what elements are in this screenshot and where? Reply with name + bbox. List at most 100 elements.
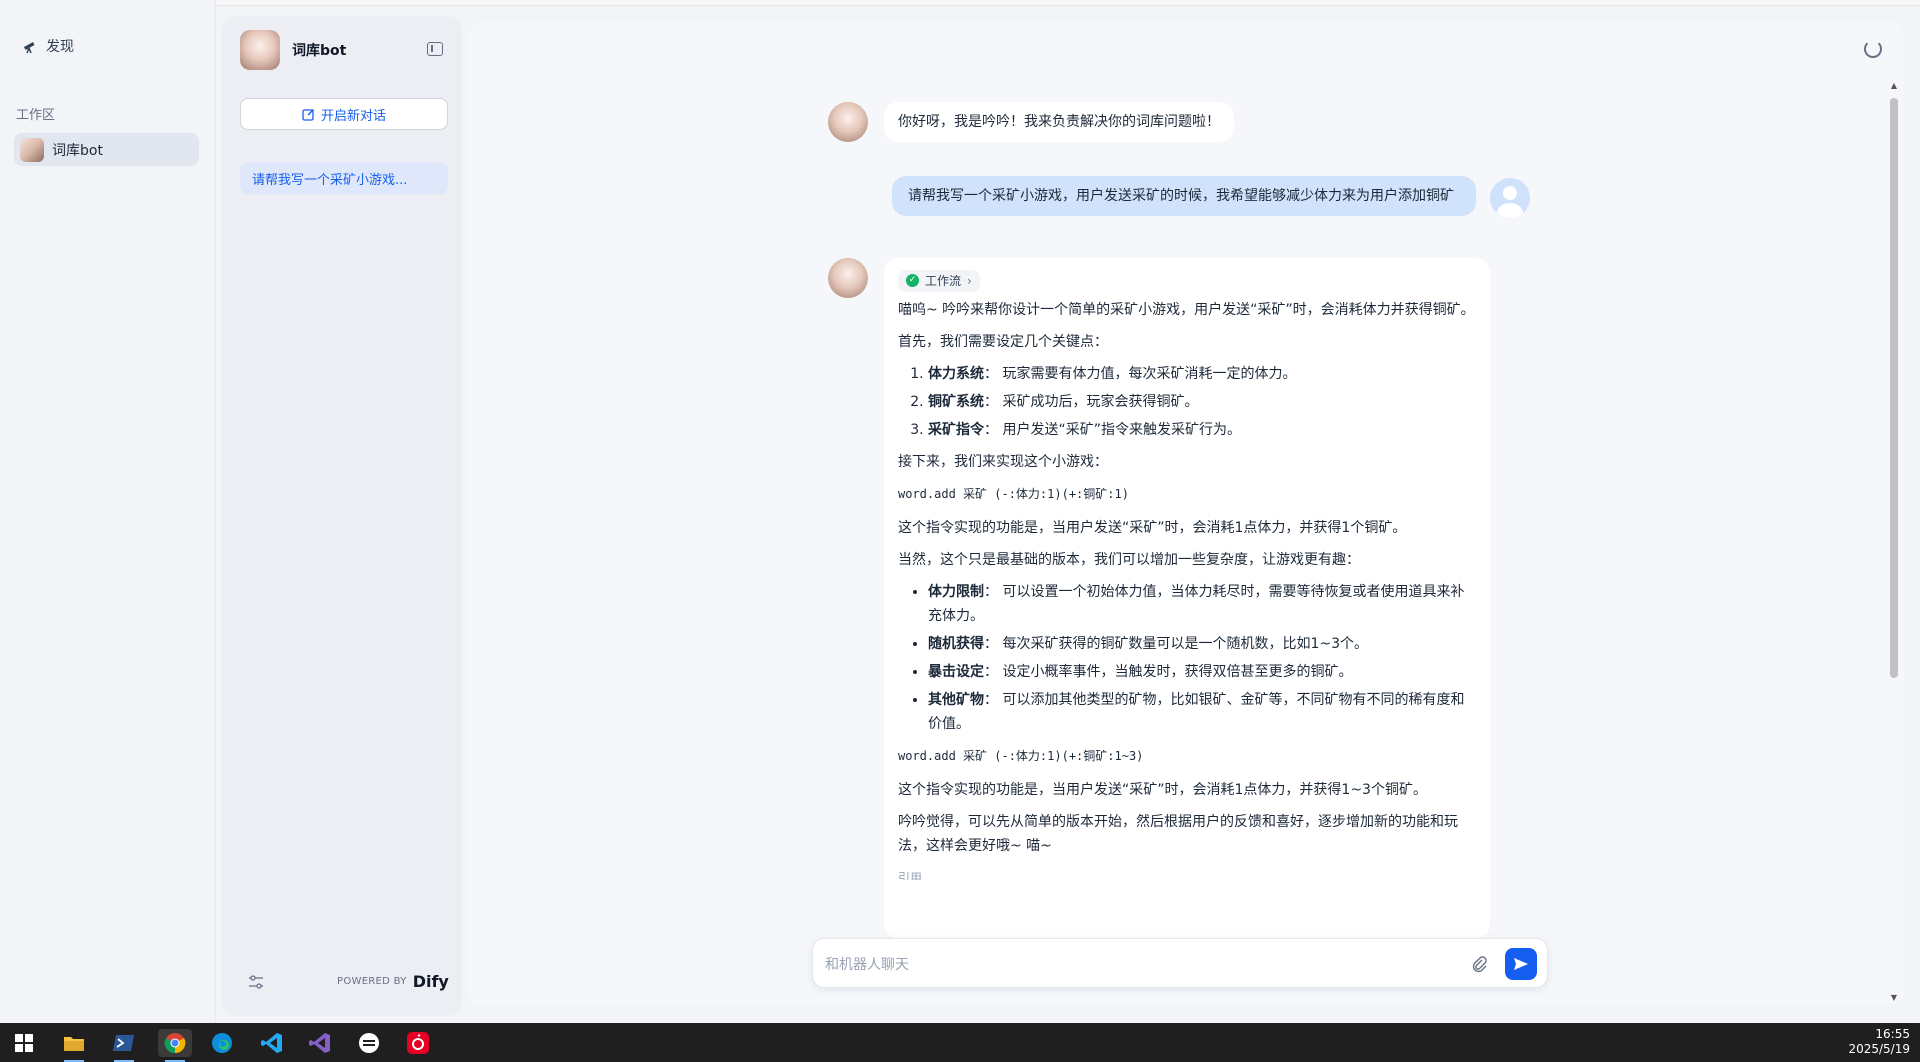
user-message: 请帮我写一个采矿小游戏，用户发送采矿的时候，我希望能够减少体力来为用户添加铜矿 xyxy=(892,176,1476,216)
workflow-tag-label: 工作流 xyxy=(925,273,962,288)
list-item-text: ： 设定小概率事件，当触发时，获得双倍甚至更多的铜矿。 xyxy=(984,663,1353,680)
edge-icon[interactable] xyxy=(208,1029,236,1057)
clock-date: 2025/5/19 xyxy=(1848,1042,1910,1056)
workflow-tag[interactable]: ✓ 工作流 › xyxy=(898,269,980,292)
workspace-label: 工作区 xyxy=(16,108,56,123)
list-item-text: ： 玩家需要有体力值，每次采矿消耗一定的体力。 xyxy=(984,365,1297,382)
app-avatar xyxy=(240,30,280,70)
list-item-title: 体力系统 xyxy=(928,365,984,382)
list-item: 体力限制： 可以设置一个初始体力值，当体力耗尽时，需要等待恢复或者使用道具来补充… xyxy=(928,580,1476,628)
refresh-icon[interactable] xyxy=(1864,40,1882,58)
settings-sliders-icon[interactable] xyxy=(248,974,264,990)
answer-p1: 首先，我们需要设定几个关键点： xyxy=(898,333,1108,350)
visual-studio-logo-icon xyxy=(309,1033,330,1053)
app-circle-icon[interactable] xyxy=(355,1029,383,1057)
chrome-icon[interactable] xyxy=(158,1029,192,1062)
sidebar-header: 词库bot xyxy=(240,30,346,70)
app-avatar xyxy=(20,137,44,162)
list-item-title: 体力限制 xyxy=(928,583,984,600)
chrome-logo-icon xyxy=(164,1033,186,1054)
nav-discover-label: 发现 xyxy=(46,39,74,55)
list-item: 体力系统： 玩家需要有体力值，每次采矿消耗一定的体力。 xyxy=(928,362,1476,386)
list-item: 铜矿系统： 采矿成功后，玩家会获得铜矿。 xyxy=(928,390,1476,414)
system-clock[interactable]: 16:55 2025/5/19 xyxy=(1848,1027,1910,1057)
chat-input-bar xyxy=(812,938,1548,988)
answer-intro: 喵呜~ 吟吟来帮你设计一个简单的采矿小游戏，用户发送“采矿”时，会消耗体力并获得… xyxy=(898,301,1475,318)
new-chat-button[interactable]: 开启新对话 xyxy=(240,98,448,130)
code-line-2: word.add 采矿 (-:体力:1)(+:铜矿:1~3) xyxy=(898,748,1144,763)
global-nav: 发现 工作区 词库bot xyxy=(0,0,216,1023)
clock-time: 16:55 xyxy=(1875,1027,1910,1041)
list-item-text: ： 每次采矿获得的铜矿数量可以是一个随机数，比如1~3个。 xyxy=(984,635,1368,652)
workspace-item-ciku-bot[interactable]: 词库bot xyxy=(14,133,199,166)
scroll-thumb[interactable] xyxy=(1890,98,1898,678)
powered-by-label: POWERED BY xyxy=(337,976,407,987)
list-item-text: ： 可以设置一个初始体力值，当体力耗尽时，需要等待恢复或者使用道具来补充体力。 xyxy=(928,583,1465,624)
list-item: 采矿指令： 用户发送“采矿”指令来触发采矿行为。 xyxy=(928,418,1476,442)
new-chat-label: 开启新对话 xyxy=(320,108,386,124)
answer-p3: 这个指令实现的功能是，当用户发送“采矿”时，会消耗1点体力，并获得1个铜矿。 xyxy=(898,519,1407,536)
collapse-sidebar-icon[interactable] xyxy=(427,42,443,56)
list-item: 暴击设定： 设定小概率事件，当触发时，获得双倍甚至更多的铜矿。 xyxy=(928,660,1476,684)
edge-logo-icon xyxy=(212,1033,232,1053)
edit-icon xyxy=(302,108,314,121)
windows-start-icon[interactable] xyxy=(10,1029,38,1057)
chevron-right-icon: › xyxy=(967,273,972,288)
list-item-title: 采矿指令 xyxy=(928,421,984,438)
vscode-logo-icon xyxy=(261,1033,282,1053)
powershell-icon xyxy=(113,1035,134,1051)
conversation-item[interactable]: 请帮我写一个采矿小游戏... xyxy=(240,162,448,194)
nav-discover[interactable]: 发现 xyxy=(22,36,74,56)
answer-p5: 这个指令实现的功能是，当用户发送“采矿”时，会消耗1点体力，并获得1~3个铜矿。 xyxy=(898,781,1427,798)
answer-bullet-list: 体力限制： 可以设置一个初始体力值，当体力耗尽时，需要等待恢复或者使用道具来补充… xyxy=(928,580,1476,736)
greeting-text: 你好呀，我是吟吟！我来负责解决你的词库问题啦！ xyxy=(898,114,1220,130)
scroll-up-icon[interactable]: ▲ xyxy=(1890,82,1898,90)
vscode-icon[interactable] xyxy=(258,1029,286,1057)
answer-p4: 当然，这个只是最基础的版本，我们可以增加一些复杂度，让游戏更有趣： xyxy=(898,551,1360,568)
send-icon xyxy=(1514,958,1528,970)
user-avatar xyxy=(1490,178,1530,218)
bot-answer-message: ✓ 工作流 › 喵呜~ 吟吟来帮你设计一个简单的采矿小游戏，用户发送“采矿”时，… xyxy=(884,258,1490,938)
file-explorer-icon[interactable] xyxy=(60,1029,88,1062)
send-button[interactable] xyxy=(1505,948,1537,980)
chat-input[interactable] xyxy=(825,951,1425,977)
terminal-icon[interactable] xyxy=(110,1029,138,1062)
powered-by: POWERED BY Dify xyxy=(337,972,449,991)
chat-panel: ▲ ▼ 你好呀，我是吟吟！我来负责解决你的词库问题啦！ 请帮我写一个采矿小游戏，… xyxy=(468,22,1904,1006)
bot-avatar xyxy=(828,102,868,142)
citation-label: 引用 xyxy=(898,870,923,880)
user-message-text: 请帮我写一个采矿小游戏，用户发送采矿的时候，我希望能够减少体力来为用户添加铜矿 xyxy=(908,188,1454,204)
windows-logo-icon xyxy=(15,1034,33,1052)
netease-music-logo-icon xyxy=(407,1032,429,1054)
list-item-title: 暴击设定 xyxy=(928,663,984,680)
round-app-logo-icon xyxy=(359,1033,379,1053)
list-item: 随机获得： 每次采矿获得的铜矿数量可以是一个随机数，比如1~3个。 xyxy=(928,632,1476,656)
list-item-text: ： 用户发送“采矿”指令来触发采矿行为。 xyxy=(984,421,1241,438)
answer-p2: 接下来，我们来实现这个小游戏： xyxy=(898,453,1108,470)
paperclip-icon[interactable] xyxy=(1469,954,1489,974)
scroll-down-icon[interactable]: ▼ xyxy=(1890,994,1898,1002)
scrollbar[interactable]: ▲ ▼ xyxy=(1890,82,1898,1002)
telescope-icon xyxy=(24,42,35,54)
list-item-title: 其他矿物 xyxy=(928,691,984,708)
bot-avatar xyxy=(828,258,868,298)
bot-greeting-message: 你好呀，我是吟吟！我来负责解决你的词库问题啦！ xyxy=(884,102,1234,142)
answer-ordered-list: 体力系统： 玩家需要有体力值，每次采矿消耗一定的体力。 铜矿系统： 采矿成功后，… xyxy=(928,362,1476,442)
list-item: 其他矿物： 可以添加其他类型的矿物，比如银矿、金矿等，不同矿物有不同的稀有度和价… xyxy=(928,688,1476,736)
folder-icon xyxy=(64,1037,84,1051)
check-circle-icon: ✓ xyxy=(906,274,919,287)
code-line-1: word.add 采矿 (-:体力:1)(+:铜矿:1) xyxy=(898,486,1129,501)
app-title: 词库bot xyxy=(292,43,347,59)
conversation-sidebar: 词库bot 开启新对话 请帮我写一个采矿小游戏... POWERED BY Di… xyxy=(222,16,462,1016)
answer-p6: 吟吟觉得，可以先从简单的版本开始，然后根据用户的反馈和喜好，逐步增加新的功能和玩… xyxy=(898,813,1458,854)
dify-logo: Dify xyxy=(412,972,449,991)
browser-top-edge xyxy=(0,0,1920,6)
visual-studio-icon[interactable] xyxy=(306,1029,334,1057)
list-item-title: 铜矿系统 xyxy=(928,393,984,410)
list-item-text: ： 采矿成功后，玩家会获得铜矿。 xyxy=(984,393,1199,410)
workspace-item-label: 词库bot xyxy=(52,142,103,159)
netease-music-icon[interactable] xyxy=(404,1029,432,1057)
list-item-text: ： 可以添加其他类型的矿物，比如银矿、金矿等，不同矿物有不同的稀有度和价值。 xyxy=(928,691,1465,732)
windows-taskbar: 16:55 2025/5/19 xyxy=(0,1023,1920,1062)
list-item-title: 随机获得 xyxy=(928,635,984,652)
